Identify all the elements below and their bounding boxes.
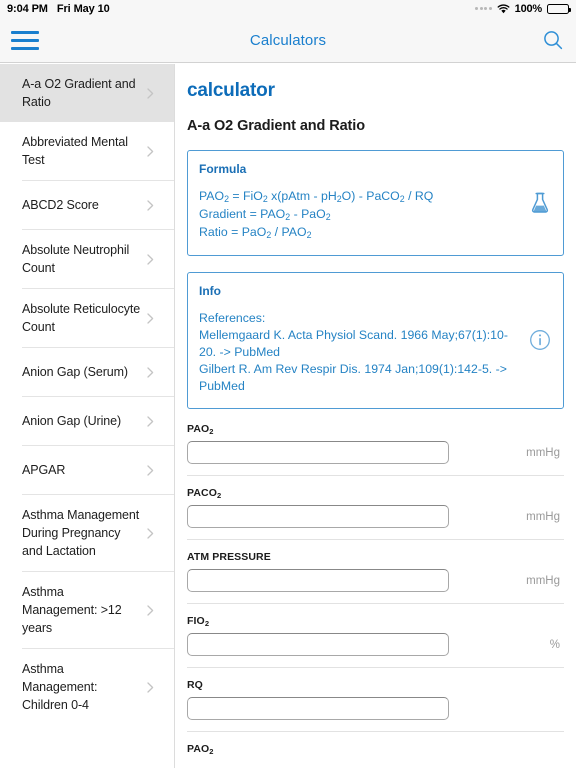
sidebar-item[interactable]: APGAR xyxy=(0,446,174,494)
chevron-right-icon xyxy=(147,415,154,427)
chevron-right-icon xyxy=(147,604,154,616)
input-field-label: PACO2 xyxy=(187,487,222,501)
calculator-detail-pane: calculator A-a O2 Gradient and Ratio For… xyxy=(175,64,576,768)
status-date: Fri May 10 xyxy=(56,3,110,15)
status-bar: 9:04 PM Fri May 10 100% xyxy=(0,0,576,18)
numeric-input[interactable] xyxy=(187,633,449,656)
input-field-unit: mmHg xyxy=(526,574,560,587)
input-field-row: ATM PRESSURE mmHg xyxy=(187,551,564,603)
calculator-kicker: calculator xyxy=(187,80,275,101)
input-field-row: PAO2 xyxy=(187,743,564,768)
info-card: Info References: Mellemgaard K. Acta Phys… xyxy=(187,272,564,409)
input-field-row: FIO2% xyxy=(187,615,564,667)
field-divider xyxy=(187,603,564,604)
input-field-line: mmHg xyxy=(187,569,564,592)
chevron-right-icon xyxy=(147,366,154,378)
calculator-list-sidebar[interactable]: A-a O2 Gradient and Ratio Abbreviated Men… xyxy=(0,64,175,768)
chevron-right-icon xyxy=(147,253,154,265)
sidebar-item[interactable]: Absolute Neutrophil Count xyxy=(0,230,174,288)
sidebar-item[interactable]: Asthma Management During Pregnancy and L… xyxy=(0,495,174,571)
sidebar-item[interactable]: Asthma Management: >12 years xyxy=(0,572,174,648)
chevron-right-icon xyxy=(147,527,154,539)
sidebar-item[interactable]: A-a O2 Gradient and Ratio xyxy=(0,64,174,122)
calculator-name: A-a O2 Gradient and Ratio xyxy=(187,118,365,134)
card-text-line: Mellemgaard K. Acta Physiol Scand. 1966 … xyxy=(199,328,508,359)
input-field-label: RQ xyxy=(187,679,203,691)
input-field-label: FIO2 xyxy=(187,615,210,629)
input-field-row: PACO2 mmHg xyxy=(187,487,564,539)
input-field-unit: mmHg xyxy=(526,510,560,523)
input-field-row: PAO2 mmHg xyxy=(187,423,564,475)
field-divider xyxy=(187,539,564,540)
sidebar-item-label: ABCD2 Score xyxy=(22,198,99,212)
sidebar-item-label: Anion Gap (Serum) xyxy=(22,365,128,379)
card-text-line: Ratio = PaO2 / PAO2 xyxy=(199,225,312,241)
numeric-input[interactable] xyxy=(187,697,449,720)
search-icon[interactable] xyxy=(542,29,564,51)
numeric-input[interactable] xyxy=(187,569,449,592)
chevron-right-icon xyxy=(147,312,154,324)
flask-icon[interactable] xyxy=(529,191,551,215)
page-title: Calculators xyxy=(249,31,327,49)
sidebar-item-label: Absolute Reticulocyte Count xyxy=(22,302,141,334)
card-text-line: References: xyxy=(199,311,266,325)
formula-card-body: PAO2 = FiO2 x(pAtm - pH2O) - PaCO2 / RQ G… xyxy=(199,188,517,242)
sidebar-item[interactable]: Absolute Reticulocyte Count xyxy=(0,289,174,347)
status-bar-left: 9:04 PM Fri May 10 xyxy=(7,3,110,15)
calculator-input-fields: PAO2 mmHg PACO2 mmHg ATM PRESSURE mmHg FIO2% RQ… xyxy=(187,423,564,768)
input-field-label: PAO2 xyxy=(187,423,214,437)
sidebar-item[interactable]: Anion Gap (Serum) xyxy=(0,348,174,396)
sidebar-item-label: APGAR xyxy=(22,463,66,477)
wifi-icon xyxy=(497,4,510,14)
sidebar-item-label: Asthma Management: >12 years xyxy=(22,585,122,635)
battery-full-icon xyxy=(547,4,571,14)
input-field-label: ATM PRESSURE xyxy=(187,551,271,563)
sidebar-item[interactable]: Asthma Management: Children 0-4 xyxy=(0,649,174,725)
input-field-line xyxy=(187,697,564,720)
sidebar-list: A-a O2 Gradient and Ratio Abbreviated Men… xyxy=(0,64,174,725)
hamburger-menu-icon[interactable] xyxy=(11,30,39,50)
sidebar-item-label: Asthma Management During Pregnancy and L… xyxy=(22,508,140,558)
sidebar-item[interactable]: Abbreviated Mental Test xyxy=(0,122,174,180)
chevron-right-icon xyxy=(147,681,154,693)
chevron-right-icon xyxy=(147,87,154,99)
info-card-heading: Info xyxy=(199,284,221,298)
formula-card-heading: Formula xyxy=(199,162,247,176)
sidebar-item-label: Asthma Management: Children 0-4 xyxy=(22,662,98,712)
input-field-row: RQ xyxy=(187,679,564,731)
navigation-bar: Calculators xyxy=(0,18,576,63)
input-field-unit: mmHg xyxy=(526,446,560,459)
input-field-unit: % xyxy=(549,638,560,651)
formula-card: Formula PAO2 = FiO2 x(pAtm - pH2O) - PaC… xyxy=(187,150,564,256)
input-field-label: PAO2 xyxy=(187,743,214,757)
signal-dots-icon xyxy=(475,7,492,11)
card-text-line: PAO2 = FiO2 x(pAtm - pH2O) - PaCO2 / RQ xyxy=(199,189,434,205)
app-root: 9:04 PM Fri May 10 100% Calculators A-a … xyxy=(0,0,576,768)
card-text-line: Gradient = PAO2 - PaO2 xyxy=(199,207,331,223)
numeric-input[interactable] xyxy=(187,505,449,528)
sidebar-item-label: Absolute Neutrophil Count xyxy=(22,243,130,275)
input-field-line: mmHg xyxy=(187,441,564,464)
battery-percent: 100% xyxy=(514,3,543,15)
input-field-line: % xyxy=(187,633,564,656)
chevron-right-icon xyxy=(147,145,154,157)
field-divider xyxy=(187,667,564,668)
sidebar-item-label: A-a O2 Gradient and Ratio xyxy=(22,77,136,109)
numeric-input[interactable] xyxy=(187,441,449,464)
card-text-line: Gilbert R. Am Rev Respir Dis. 1974 Jan;1… xyxy=(199,362,507,393)
chevron-right-icon xyxy=(147,464,154,476)
sidebar-item[interactable]: ABCD2 Score xyxy=(0,181,174,229)
sidebar-item-label: Anion Gap (Urine) xyxy=(22,414,122,428)
status-time: 9:04 PM xyxy=(7,3,48,15)
field-divider xyxy=(187,475,564,476)
info-circle-icon[interactable] xyxy=(529,329,551,353)
status-bar-right: 100% xyxy=(475,3,571,15)
sidebar-item-label: Abbreviated Mental Test xyxy=(22,135,128,167)
info-card-body: References: Mellemgaard K. Acta Physiol S… xyxy=(199,310,517,395)
input-field-line: mmHg xyxy=(187,505,564,528)
sidebar-item[interactable]: Anion Gap (Urine) xyxy=(0,397,174,445)
field-divider xyxy=(187,731,564,732)
chevron-right-icon xyxy=(147,199,154,211)
content-area: A-a O2 Gradient and Ratio Abbreviated Men… xyxy=(0,64,576,768)
